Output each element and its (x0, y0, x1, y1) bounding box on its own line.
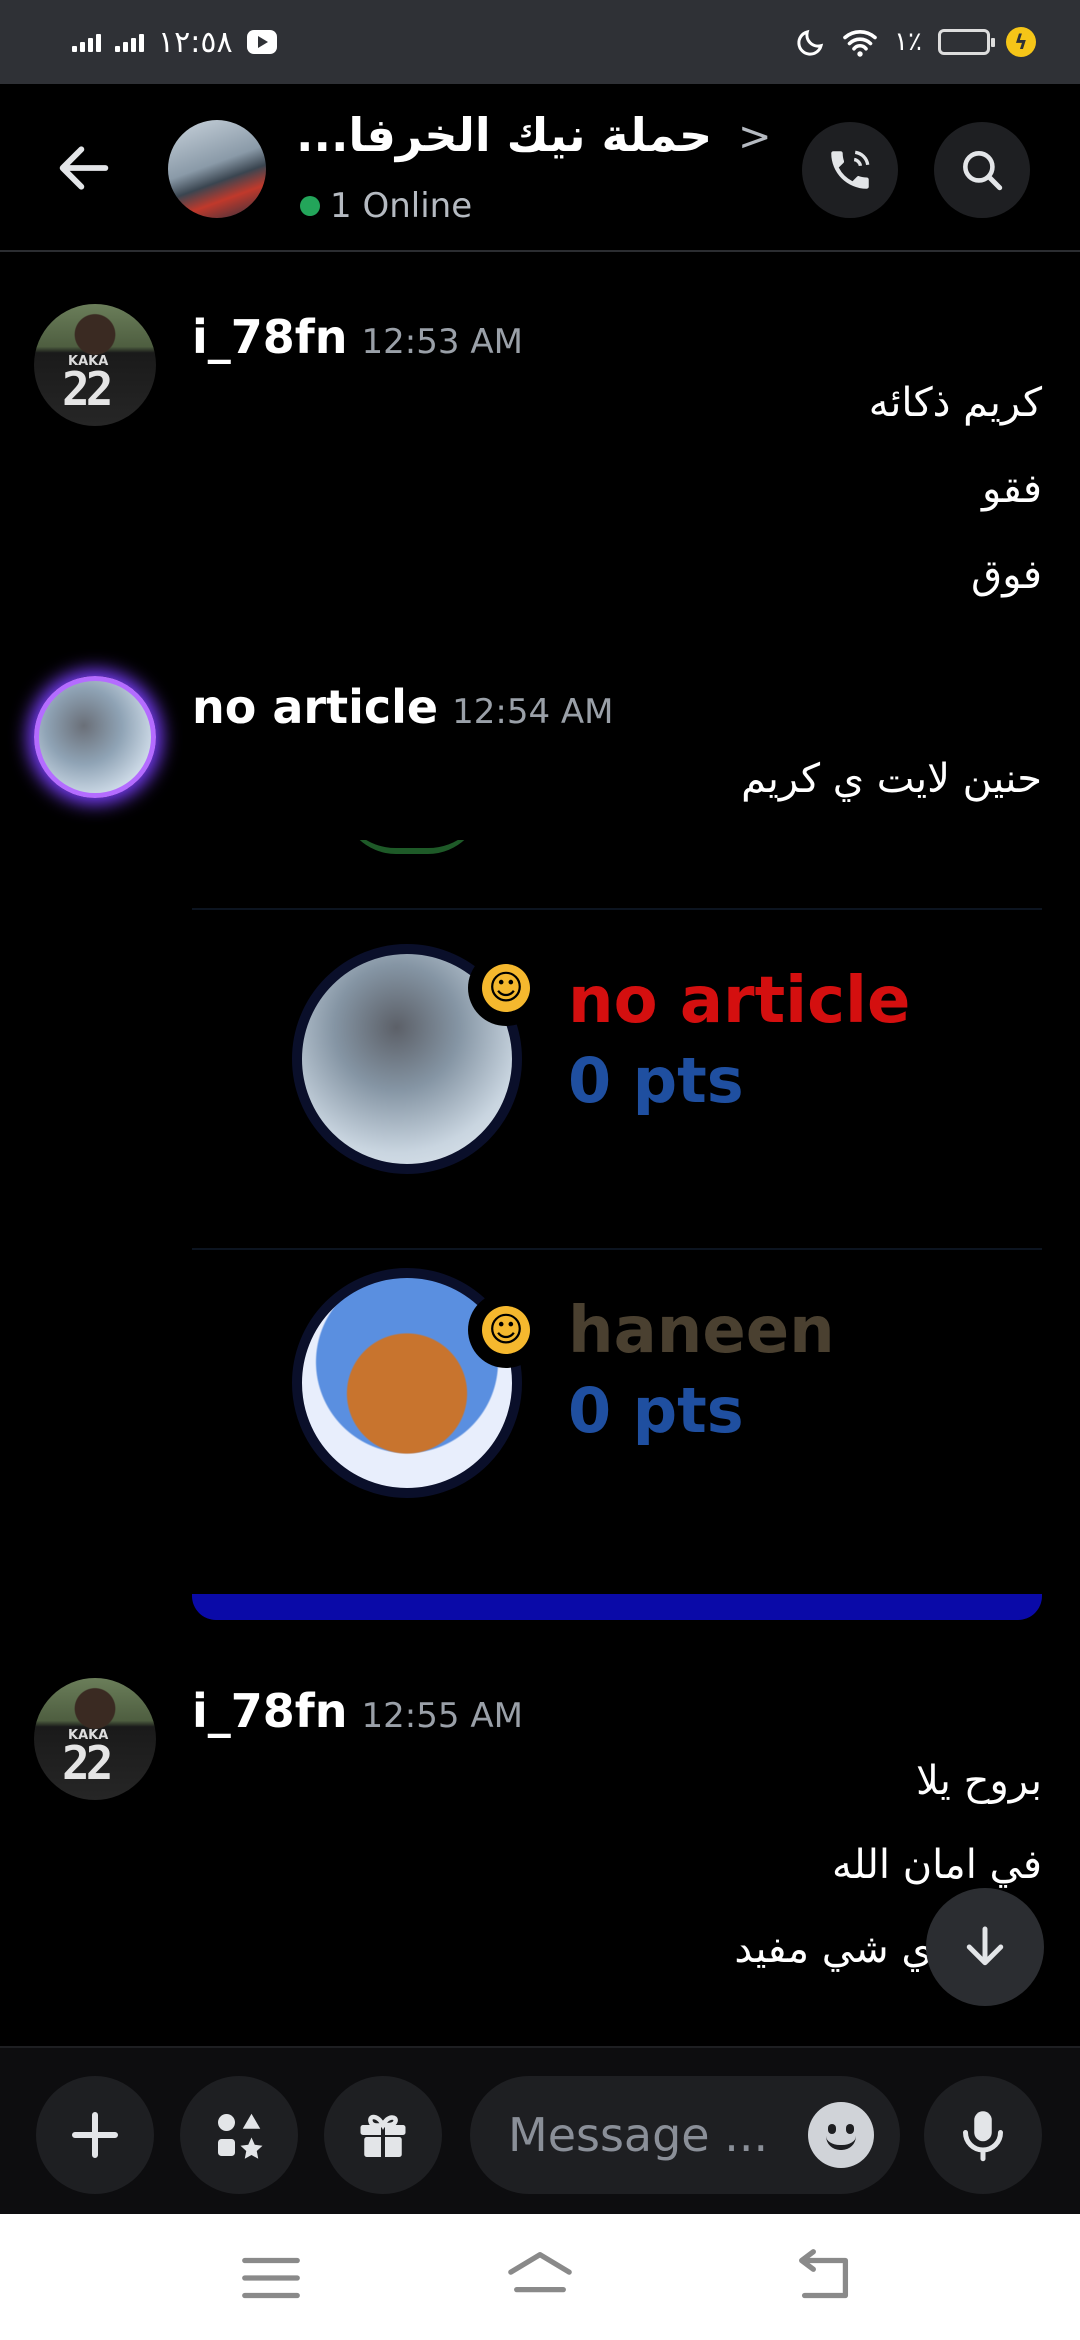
home-icon[interactable] (505, 2248, 575, 2308)
add-attachment-button[interactable] (36, 2076, 154, 2194)
gift-icon (360, 2114, 406, 2158)
message-text: حنين لايت ي كريم (741, 756, 1042, 802)
emoji-icon[interactable] (808, 2102, 874, 2168)
menu-icon[interactable] (236, 2248, 306, 2308)
phone-icon (831, 150, 870, 189)
message-text: فقو (981, 466, 1042, 512)
message-group: no article 12:54 AM حنين لايت ي كريم (0, 672, 1080, 822)
charging-icon: ϟ (1006, 27, 1036, 57)
embed-bottom-bar (192, 1594, 1042, 1620)
player-name: haneen (568, 1294, 835, 1368)
avatar[interactable]: KAKA 22 (34, 304, 156, 426)
jump-to-bottom-button[interactable] (926, 1888, 1044, 2006)
avatar-number: 22 (62, 1736, 113, 1790)
message-text: فوق (971, 552, 1042, 598)
message-time: 12:54 AM (452, 692, 614, 732)
leaderboard-row: ☺ no article 0 pts (192, 908, 1042, 1228)
gift-button[interactable] (324, 2076, 442, 2194)
voice-message-button[interactable] (924, 2076, 1042, 2194)
online-count: 1 Online (330, 186, 473, 226)
channel-avatar[interactable] (168, 120, 266, 218)
battery-icon (938, 29, 995, 55)
channel-title[interactable]: حملة نيك الخرفا... (296, 108, 712, 162)
leaderboard-embed[interactable]: ☺ no article 0 pts ☺ haneen 0 pts (192, 840, 1042, 1620)
youtube-icon (246, 30, 277, 54)
message-text: بروح يلا (915, 1758, 1042, 1804)
signal-icon (115, 32, 144, 52)
message-group: KAKA 22 i_78fn 12:53 AM كريم ذكائه فقو فو… (0, 302, 1080, 632)
microphone-icon (963, 2111, 1003, 2162)
message-composer: Message ... (0, 2046, 1080, 2214)
back-nav-icon[interactable] (790, 2248, 860, 2308)
chevron-right-icon[interactable]: > (738, 114, 772, 160)
message-placeholder: Message ... (508, 2108, 769, 2162)
username[interactable]: no article (192, 680, 438, 734)
search-icon (963, 151, 1003, 191)
cropped-avatar-edge (342, 840, 482, 854)
message-text: كريم ذكائه (868, 380, 1042, 426)
system-navigation-bar (0, 2214, 1080, 2340)
avatar[interactable]: KAKA 22 (34, 1678, 156, 1800)
message-group: KAKA 22 i_78fn 12:55 AM بروح يلا في امان … (0, 1676, 1080, 2006)
voice-call-button[interactable] (802, 122, 898, 218)
signal-icon (72, 32, 101, 52)
username[interactable]: i_78fn (192, 1684, 348, 1738)
avatar[interactable] (34, 676, 156, 798)
wifi-icon (843, 30, 877, 57)
avatar-number: 22 (62, 362, 113, 416)
arrow-down-icon (966, 1926, 1004, 1966)
message-time: 12:55 AM (361, 1696, 523, 1736)
back-arrow-icon[interactable] (52, 136, 116, 200)
moon-icon (797, 29, 824, 56)
player-name: no article (568, 964, 911, 1038)
search-button[interactable] (934, 122, 1030, 218)
plus-icon (72, 2112, 118, 2158)
smiley-badge-icon: ☺ (468, 1292, 544, 1368)
message-author[interactable]: i_78fn 12:53 AM (192, 310, 523, 364)
message-author[interactable]: no article 12:54 AM (192, 680, 613, 734)
apps-button[interactable] (180, 2076, 298, 2194)
message-input[interactable]: Message ... (470, 2076, 900, 2194)
smiley-badge-icon: ☺ (468, 950, 544, 1026)
message-author[interactable]: i_78fn 12:55 AM (192, 1684, 523, 1738)
player-points: 0 pts (568, 1374, 744, 1447)
battery-percent: ١٪ (894, 27, 922, 57)
clock: ١٢:٥٨ (158, 24, 233, 60)
online-status: 1 Online (300, 186, 472, 226)
message-text: في امان الله (832, 1842, 1042, 1888)
channel-header: حملة نيك الخرفا... > 1 Online (0, 84, 1080, 252)
online-dot-icon (300, 196, 320, 216)
leaderboard-row: ☺ haneen 0 pts (192, 1248, 1042, 1568)
username[interactable]: i_78fn (192, 310, 348, 364)
status-bar: ١٢:٥٨ ١٪ ϟ (0, 0, 1080, 84)
player-points: 0 pts (568, 1044, 744, 1117)
message-time: 12:53 AM (361, 322, 523, 362)
apps-icon (218, 2113, 263, 2159)
